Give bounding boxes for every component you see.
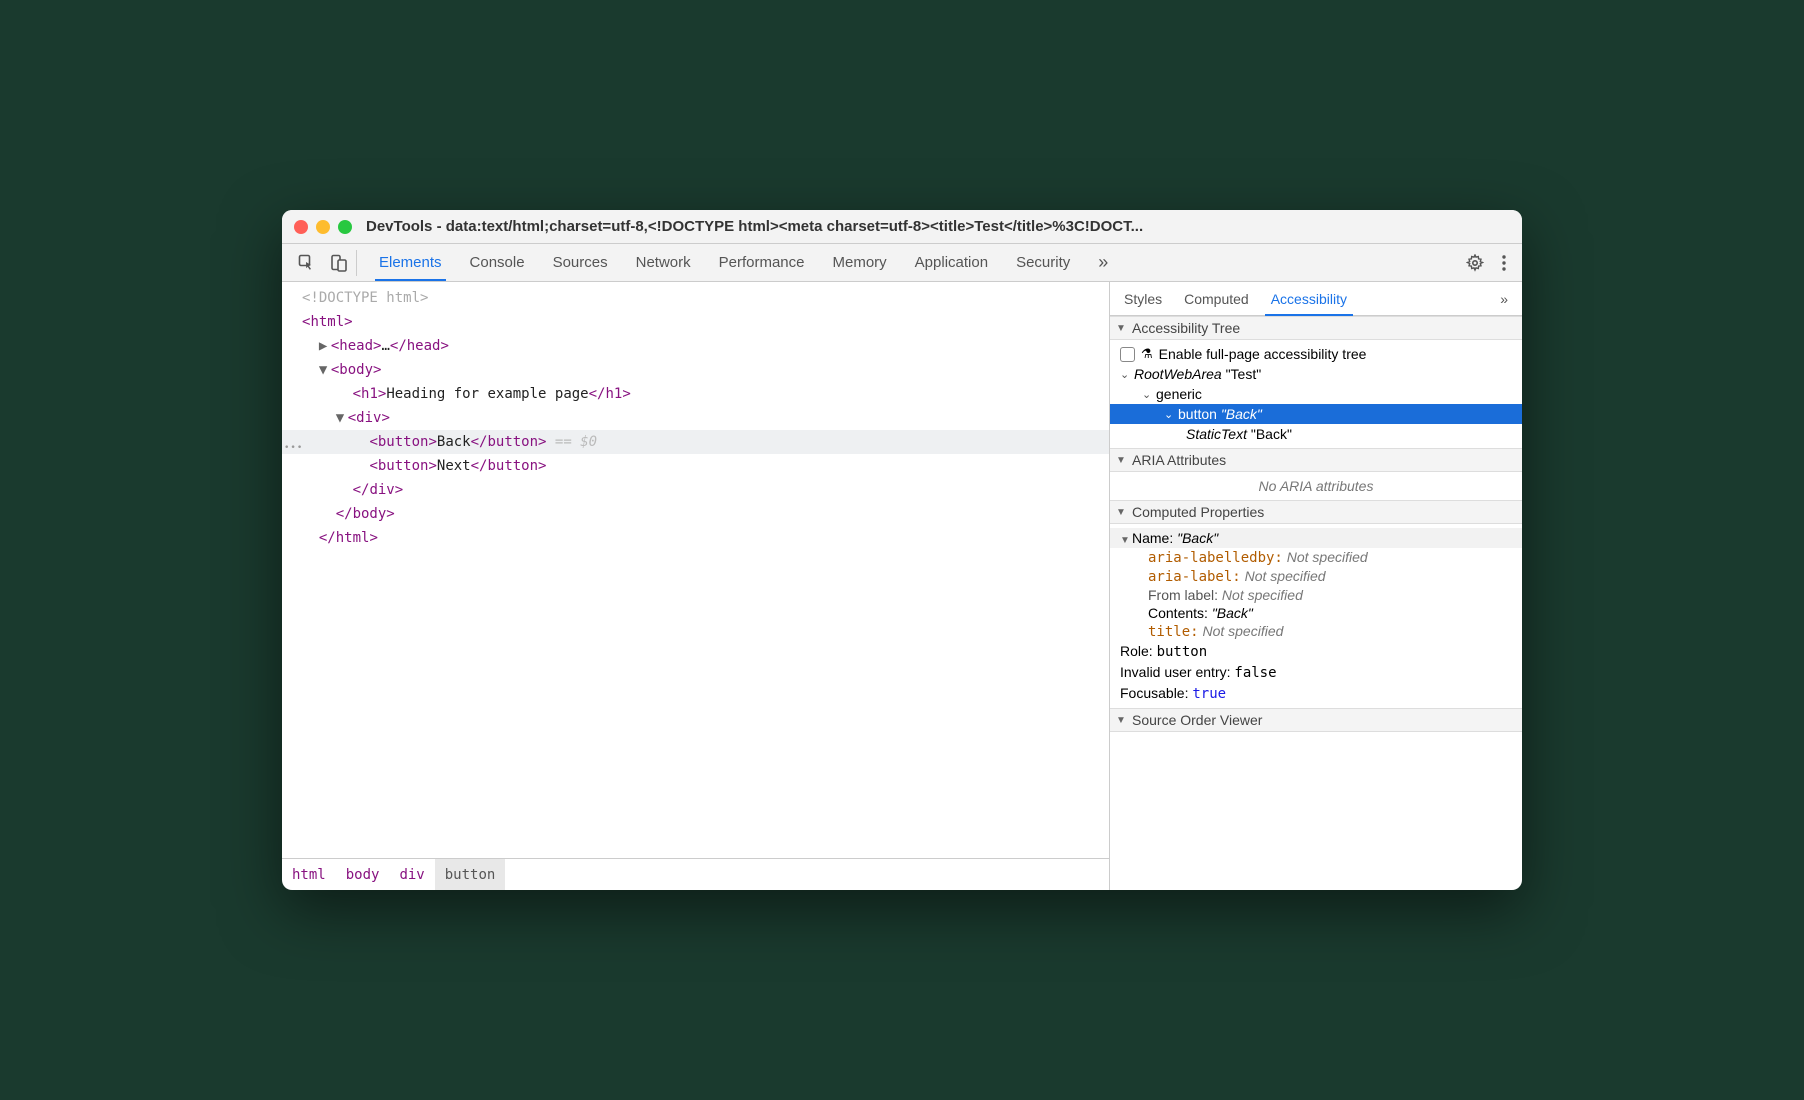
crumb-button[interactable]: button — [435, 859, 506, 890]
comp-name[interactable]: ▼Name: "Back" — [1110, 528, 1522, 548]
dom-body-close[interactable]: </body> — [282, 502, 1109, 526]
crumb-div[interactable]: div — [389, 859, 434, 890]
dom-body-open[interactable]: ▼<body> — [282, 358, 1109, 382]
tab-computed[interactable]: Computed — [1174, 282, 1259, 315]
sidebar-panel: Styles Computed Accessibility » ▼Accessi… — [1110, 282, 1522, 890]
tab-sources[interactable]: Sources — [539, 244, 622, 281]
tab-elements[interactable]: Elements — [365, 244, 456, 281]
tabs-overflow-icon[interactable]: » — [1084, 244, 1122, 281]
inspect-icon[interactable] — [298, 254, 316, 272]
tree-button[interactable]: ⌄button "Back" — [1110, 404, 1522, 424]
traffic-lights — [294, 220, 352, 234]
minimize-icon[interactable] — [316, 220, 330, 234]
sidebar-tabs: Styles Computed Accessibility » — [1110, 282, 1522, 316]
comp-from-label: From label: Not specified — [1120, 586, 1512, 604]
device-toggle-icon[interactable] — [330, 254, 348, 272]
dom-button-back[interactable]: <button>Back</button> == $0 — [282, 430, 1109, 454]
dom-head[interactable]: ▶<head>…</head> — [282, 334, 1109, 358]
comp-contents: Contents: "Back" — [1120, 604, 1512, 622]
titlebar: DevTools - data:text/html;charset=utf-8,… — [282, 210, 1522, 244]
comp-invalid: Invalid user entry: false — [1120, 662, 1512, 683]
dom-html-open[interactable]: <html> — [282, 310, 1109, 334]
section-accessibility-tree[interactable]: ▼Accessibility Tree — [1110, 316, 1522, 340]
enable-full-tree-label: Enable full-page accessibility tree — [1159, 346, 1367, 362]
tab-network[interactable]: Network — [622, 244, 705, 281]
comp-focusable: Focusable: true — [1120, 683, 1512, 704]
close-icon[interactable] — [294, 220, 308, 234]
tab-accessibility[interactable]: Accessibility — [1261, 282, 1357, 315]
kebab-menu-icon[interactable] — [1502, 254, 1506, 272]
tab-application[interactable]: Application — [901, 244, 1002, 281]
section-source-order[interactable]: ▼Source Order Viewer — [1110, 708, 1522, 732]
zoom-icon[interactable] — [338, 220, 352, 234]
enable-full-tree-row[interactable]: ⚗ Enable full-page accessibility tree — [1110, 344, 1522, 364]
aria-empty: No ARIA attributes — [1110, 472, 1522, 500]
tab-console[interactable]: Console — [456, 244, 539, 281]
tab-styles[interactable]: Styles — [1114, 282, 1172, 315]
tab-memory[interactable]: Memory — [819, 244, 901, 281]
breadcrumb: html body div button — [282, 858, 1109, 890]
crumb-body[interactable]: body — [336, 859, 390, 890]
comp-aria-label: aria-label: Not specified — [1120, 567, 1512, 586]
checkbox-icon[interactable] — [1120, 347, 1135, 362]
comp-role: Role: button — [1120, 641, 1512, 662]
toolbar-icon-group — [290, 250, 357, 276]
dom-div-open[interactable]: ▼<div> — [282, 406, 1109, 430]
tab-performance[interactable]: Performance — [705, 244, 819, 281]
tree-static-text[interactable]: StaticText "Back" — [1110, 424, 1522, 444]
gear-icon[interactable] — [1466, 254, 1484, 272]
devtools-window: DevTools - data:text/html;charset=utf-8,… — [282, 210, 1522, 890]
tree-generic[interactable]: ⌄generic — [1110, 384, 1522, 404]
section-aria-attributes[interactable]: ▼ARIA Attributes — [1110, 448, 1522, 472]
dom-h1[interactable]: <h1>Heading for example page</h1> — [282, 382, 1109, 406]
main-toolbar: Elements Console Sources Network Perform… — [282, 244, 1522, 282]
tree-root[interactable]: ⌄RootWebArea "Test" — [1110, 364, 1522, 384]
window-title: DevTools - data:text/html;charset=utf-8,… — [366, 218, 1510, 235]
flask-icon: ⚗ — [1141, 346, 1153, 362]
elements-panel: <!DOCTYPE html> <html> ▶<head>…</head> ▼… — [282, 282, 1110, 890]
toolbar-right — [1466, 254, 1514, 272]
comp-title: title: Not specified — [1120, 622, 1512, 641]
main-tabs: Elements Console Sources Network Perform… — [365, 244, 1464, 281]
dom-html-close[interactable]: </html> — [282, 526, 1109, 550]
computed-body: ▼Name: "Back" aria-labelledby: Not speci… — [1110, 524, 1522, 708]
content-area: <!DOCTYPE html> <html> ▶<head>…</head> ▼… — [282, 282, 1522, 890]
crumb-html[interactable]: html — [282, 859, 336, 890]
dom-button-next[interactable]: <button>Next</button> — [282, 454, 1109, 478]
sidebar-tabs-overflow-icon[interactable]: » — [1490, 282, 1518, 315]
dom-tree[interactable]: <!DOCTYPE html> <html> ▶<head>…</head> ▼… — [282, 282, 1109, 858]
accessibility-tree-body: ⚗ Enable full-page accessibility tree ⌄R… — [1110, 340, 1522, 448]
dom-div-close[interactable]: </div> — [282, 478, 1109, 502]
tab-security[interactable]: Security — [1002, 244, 1084, 281]
section-computed-properties[interactable]: ▼Computed Properties — [1110, 500, 1522, 524]
comp-aria-labelledby: aria-labelledby: Not specified — [1120, 548, 1512, 567]
dom-doctype[interactable]: <!DOCTYPE html> — [282, 286, 1109, 310]
